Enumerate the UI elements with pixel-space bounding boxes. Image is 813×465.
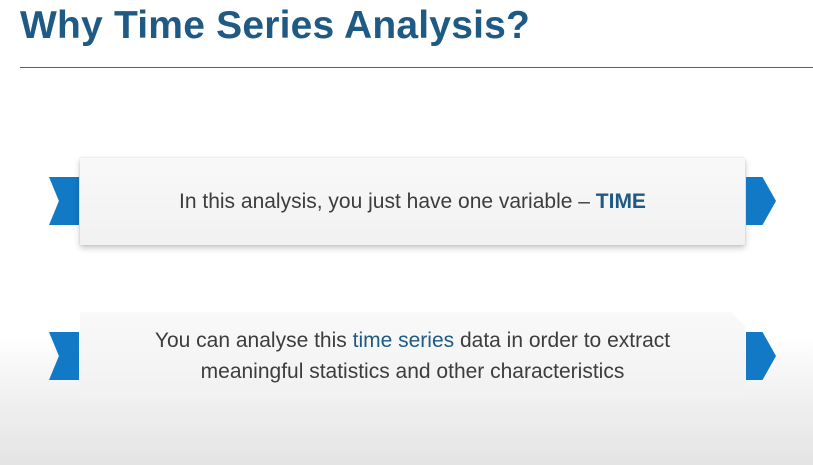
slide-title: Why Time Series Analysis? (20, 4, 531, 47)
point-2-emphasis: time series (352, 329, 455, 352)
point-2-text: You can analyse this time series data in… (104, 325, 721, 387)
point-box-1: In this analysis, you just have one vari… (80, 158, 745, 245)
point-1-text-before: In this analysis, you just have one vari… (179, 190, 596, 213)
title-divider (20, 67, 813, 68)
ribbon-left-icon (49, 177, 79, 225)
point-box-2: You can analyse this time series data in… (80, 312, 745, 400)
ribbon-right-icon (746, 332, 776, 380)
ribbon-left-icon (49, 332, 79, 380)
point-1-text: In this analysis, you just have one vari… (179, 186, 646, 217)
point-2-text-before: You can analyse this (154, 329, 353, 352)
ribbon-right-icon (746, 177, 776, 225)
point-1-emphasis: TIME (595, 190, 646, 213)
